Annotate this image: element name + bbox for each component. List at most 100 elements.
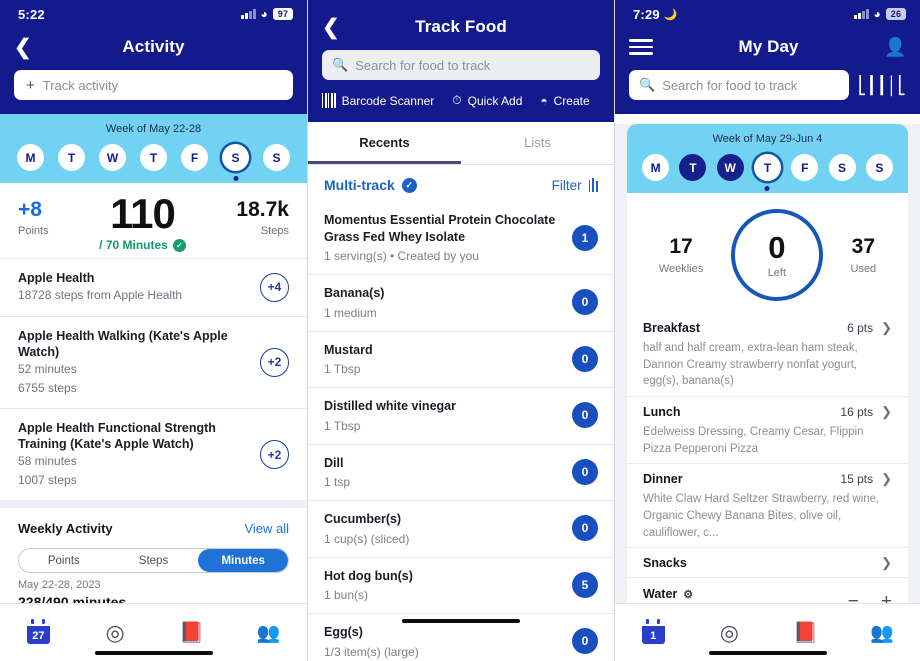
- food-info: Banana(s) 1 medium: [324, 285, 384, 320]
- food-name: Momentus Essential Protein Chocolate Gra…: [324, 213, 556, 244]
- segment-minutes-selected[interactable]: Minutes: [198, 549, 288, 573]
- food-row[interactable]: Distilled white vinegar 1 Tbsp 0: [308, 387, 614, 444]
- home-indicator: [708, 651, 827, 655]
- metric-segmented-control[interactable]: Points Steps Minutes: [18, 548, 289, 574]
- selected-day-dot: [764, 186, 770, 191]
- food-row[interactable]: Banana(s) 1 medium 0: [308, 274, 614, 331]
- day-circle-thu[interactable]: T: [140, 144, 167, 171]
- food-row[interactable]: Mustard 1 Tbsp 0: [308, 330, 614, 388]
- search-input[interactable]: 🔍 Search for food to track: [629, 70, 849, 100]
- create-button[interactable]: ◓ Create: [540, 94, 589, 108]
- food-row[interactable]: Hot dog bun(s) 1 bun(s) 5: [308, 556, 614, 614]
- tab-recents[interactable]: Recents: [308, 122, 461, 164]
- steps-label: Steps: [260, 225, 289, 237]
- gear-icon[interactable]: ⚙: [683, 588, 693, 601]
- food-meta: 1 serving(s) • Created by you: [324, 249, 479, 263]
- food-row[interactable]: Cucumber(s) 1 cup(s) (sliced) 0: [308, 500, 614, 557]
- quick-add-label: Quick Add: [467, 93, 523, 108]
- meal-row-breakfast[interactable]: Breakfast 6 pts ❯ half and half cream, e…: [627, 313, 908, 396]
- quick-add-button[interactable]: ⏱ Quick Add: [452, 93, 522, 108]
- nav-book[interactable]: 📕: [177, 618, 207, 648]
- nav-book[interactable]: 📕: [791, 618, 821, 648]
- meal-row-snacks[interactable]: Snacks ❯: [627, 547, 908, 577]
- food-row[interactable]: Momentus Essential Protein Chocolate Gra…: [308, 202, 614, 274]
- nav-row: ❮ Activity: [0, 28, 307, 66]
- food-name: Distilled white vinegar: [324, 399, 456, 413]
- food-list: Momentus Essential Protein Chocolate Gra…: [308, 202, 614, 661]
- status-bar: 7:29 🌙 ◕ 26: [615, 0, 920, 28]
- food-points-badge[interactable]: 0: [572, 458, 598, 485]
- segment-steps[interactable]: Steps: [109, 549, 199, 572]
- day-circle-sat[interactable]: S: [828, 154, 856, 181]
- profile-avatar-icon[interactable]: 👤: [884, 37, 906, 58]
- food-name: Cucumber(s): [324, 512, 402, 526]
- nav-calendar[interactable]: 27: [23, 618, 53, 648]
- food-points-badge[interactable]: 5: [572, 571, 598, 598]
- day-circle-mon[interactable]: M: [642, 154, 670, 181]
- nav-calendar[interactable]: 1: [638, 618, 668, 648]
- food-row[interactable]: Dill 1 tsp 0: [308, 443, 614, 501]
- nav-community[interactable]: 👥: [867, 618, 897, 648]
- food-points-badge[interactable]: 1: [572, 224, 598, 251]
- day-letter: F: [801, 160, 809, 175]
- filter-button[interactable]: Filter: [552, 178, 598, 193]
- multitrack-filter-row: Multi-track ✓ Filter: [308, 165, 614, 202]
- day-letter: T: [763, 160, 772, 175]
- points-left-ring[interactable]: 0 Left: [730, 209, 823, 301]
- food-points-badge[interactable]: 0: [572, 515, 598, 542]
- multi-track-toggle[interactable]: Multi-track ✓: [324, 177, 417, 193]
- day-circle-sat-selected[interactable]: S: [222, 144, 249, 181]
- tab-lists[interactable]: Lists: [461, 122, 614, 164]
- week-days: M T W T F S S: [627, 154, 908, 191]
- food-points-badge[interactable]: 0: [572, 402, 598, 429]
- hamburger-menu-icon[interactable]: [629, 39, 653, 55]
- day-circle-fri[interactable]: F: [791, 154, 819, 181]
- chevron-right-icon: ❯: [881, 555, 892, 571]
- activity-row[interactable]: Apple Health Walking (Kate's Apple Watch…: [0, 315, 307, 408]
- activity-row[interactable]: Apple Health 18728 steps from Apple Heal…: [0, 258, 307, 316]
- filter-label: Filter: [551, 177, 582, 193]
- segment-points[interactable]: Points: [19, 549, 109, 572]
- back-chevron-icon[interactable]: ❮: [14, 37, 36, 58]
- search-input[interactable]: 🔍 Search for food to track: [322, 50, 600, 80]
- day-summary-card: 17 Weeklies 0 Left 37 Used Breakfast 6 p…: [627, 193, 908, 631]
- meal-points: 6 pts: [847, 321, 874, 335]
- left-value: 0: [768, 229, 786, 265]
- day-circle-tue-filled[interactable]: T: [679, 154, 707, 181]
- day-circle-wed-filled[interactable]: W: [716, 154, 744, 181]
- barcode-icon[interactable]: ⎣┃┃│⎣: [858, 77, 906, 94]
- track-activity-input[interactable]: + Track activity: [14, 70, 293, 100]
- track-activity-placeholder: Track activity: [42, 77, 119, 93]
- meal-row-lunch[interactable]: Lunch 16 pts ❯ Edelweiss Dressing, Cream…: [627, 396, 908, 463]
- crescent-moon-icon: 🌙: [663, 8, 678, 21]
- nav-target[interactable]: ◎: [100, 618, 130, 648]
- food-meta: 1 Tbsp: [324, 418, 361, 433]
- meal-row-dinner[interactable]: Dinner 15 pts ❯ White Claw Hard Seltzer …: [627, 463, 908, 547]
- nav-row: My Day 👤: [615, 28, 920, 66]
- activity-list: Apple Health 18728 steps from Apple Heal…: [0, 258, 307, 500]
- nav-target[interactable]: ◎: [714, 618, 744, 648]
- used-label: Used: [850, 262, 877, 275]
- day-circle-wed[interactable]: W: [99, 144, 126, 171]
- wifi-icon: ◕: [260, 7, 268, 21]
- day-circle-fri[interactable]: F: [181, 144, 208, 171]
- nav-community[interactable]: 👥: [254, 618, 284, 648]
- day-circle-mon[interactable]: M: [17, 144, 44, 171]
- page-title: Activity: [122, 37, 185, 56]
- activity-summary: +8 Points 110 / 70 Minutes ✓ 18.7k Steps: [0, 183, 307, 258]
- day-letter: T: [689, 160, 697, 175]
- day-circle-tue[interactable]: T: [58, 144, 85, 171]
- weeklies-stat: 17 Weeklies: [659, 236, 703, 275]
- food-points-badge[interactable]: 0: [572, 345, 598, 372]
- target-icon: ◎: [105, 619, 125, 645]
- activity-row[interactable]: Apple Health Functional Strength Trainin…: [0, 407, 307, 500]
- back-chevron-icon[interactable]: ❮: [322, 17, 344, 38]
- food-points-badge[interactable]: 0: [572, 628, 598, 655]
- day-circle-thu-selected[interactable]: T: [753, 154, 781, 191]
- day-circle-sun[interactable]: S: [263, 144, 290, 171]
- view-all-link[interactable]: View all: [244, 521, 289, 536]
- food-points-badge[interactable]: 0: [572, 289, 598, 316]
- day-circle-sun[interactable]: S: [865, 154, 893, 181]
- barcode-scanner-button[interactable]: Barcode Scanner: [322, 93, 434, 108]
- food-name: Egg(s): [324, 625, 363, 639]
